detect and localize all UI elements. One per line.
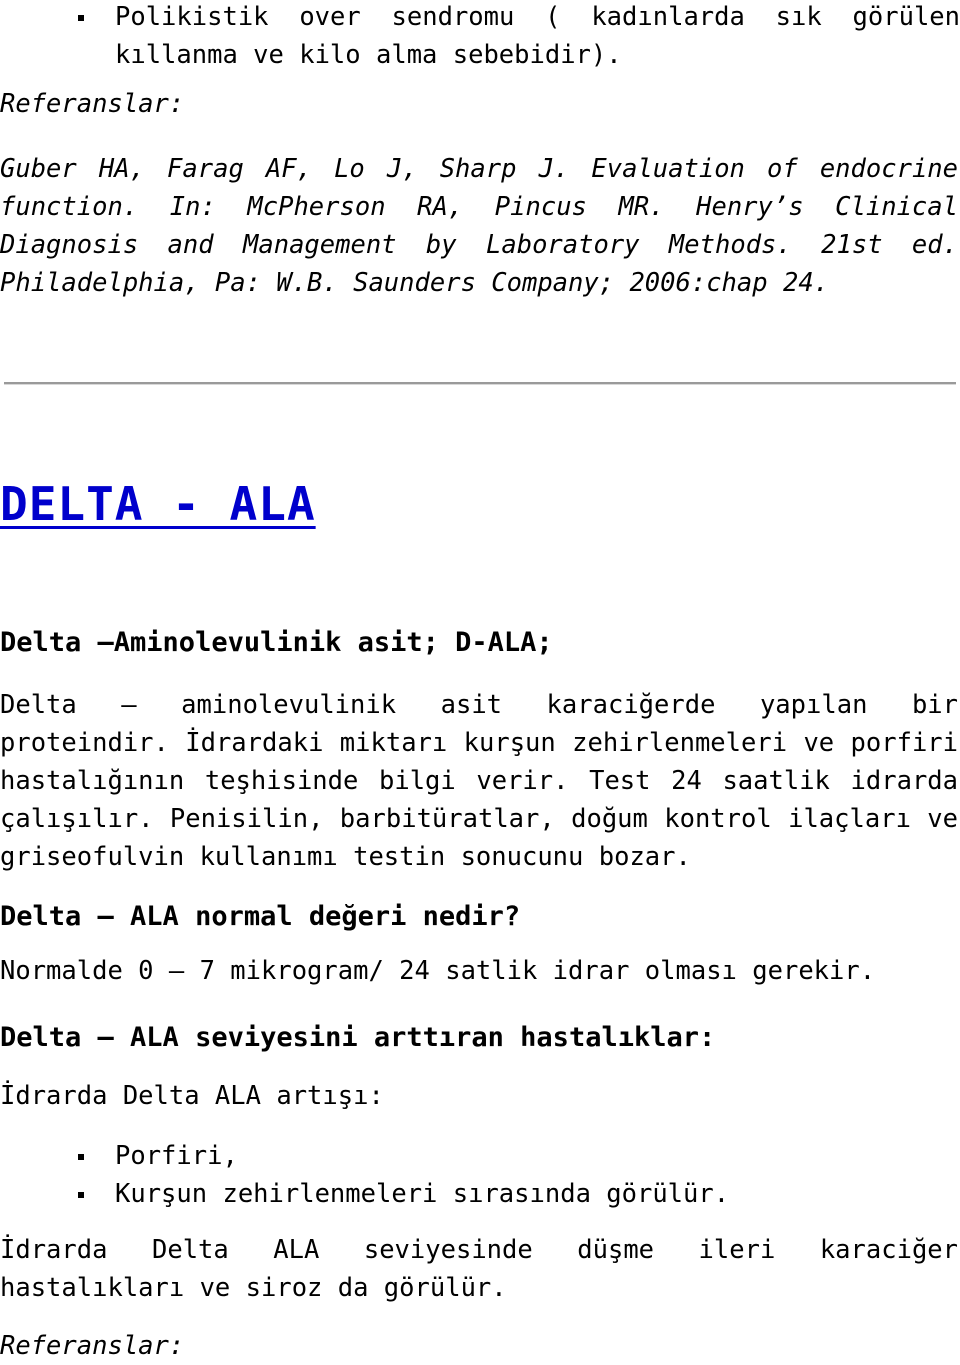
increase-bullet-list: Porfiri, Kurşun zehirlenmeleri sırasında… [0, 1137, 960, 1213]
top-bullet-list: Polikistik over sendromu ( kadınlarda sı… [0, 0, 960, 74]
section-subtitle: Delta –Aminolevulinik asit; D-ALA; [0, 627, 553, 658]
section-divider [4, 382, 956, 385]
delta-ala-link-heading[interactable]: DELTA - ALA [0, 478, 316, 530]
increase-lead-text: İdrarda Delta ALA artışı: [0, 1081, 384, 1111]
bullet-text: Polikistik over sendromu ( kadınlarda sı… [115, 2, 960, 70]
normal-value-heading: Delta – ALA normal değeri nedir? [0, 901, 521, 932]
list-item: Polikistik over sendromu ( kadınlarda sı… [0, 0, 960, 74]
bullet-text: Porfiri, [115, 1141, 238, 1171]
bullet-text: Kurşun zehirlenmeleri sırasında görülür. [115, 1179, 730, 1209]
references-label-bottom: Referanslar: [0, 1331, 185, 1361]
list-item: Kurşun zehirlenmeleri sırasında görülür. [0, 1175, 960, 1213]
reference-citation-top: Guber HA, Farag AF, Lo J, Sharp J. Evalu… [0, 154, 958, 298]
document-page: Polikistik over sendromu ( kadınlarda sı… [0, 0, 960, 1365]
increase-heading: Delta – ALA seviyesini arttıran hastalık… [0, 1022, 716, 1053]
intro-paragraph: Delta – aminolevulinik asit karaciğerde … [0, 690, 958, 872]
references-label-top: Referanslar: [0, 89, 185, 119]
normal-value-text: Normalde 0 – 7 mikrogram/ 24 satlik idra… [0, 956, 876, 986]
list-item: Porfiri, [0, 1137, 960, 1175]
decrease-paragraph: İdrarda Delta ALA seviyesinde düşme iler… [0, 1235, 958, 1303]
